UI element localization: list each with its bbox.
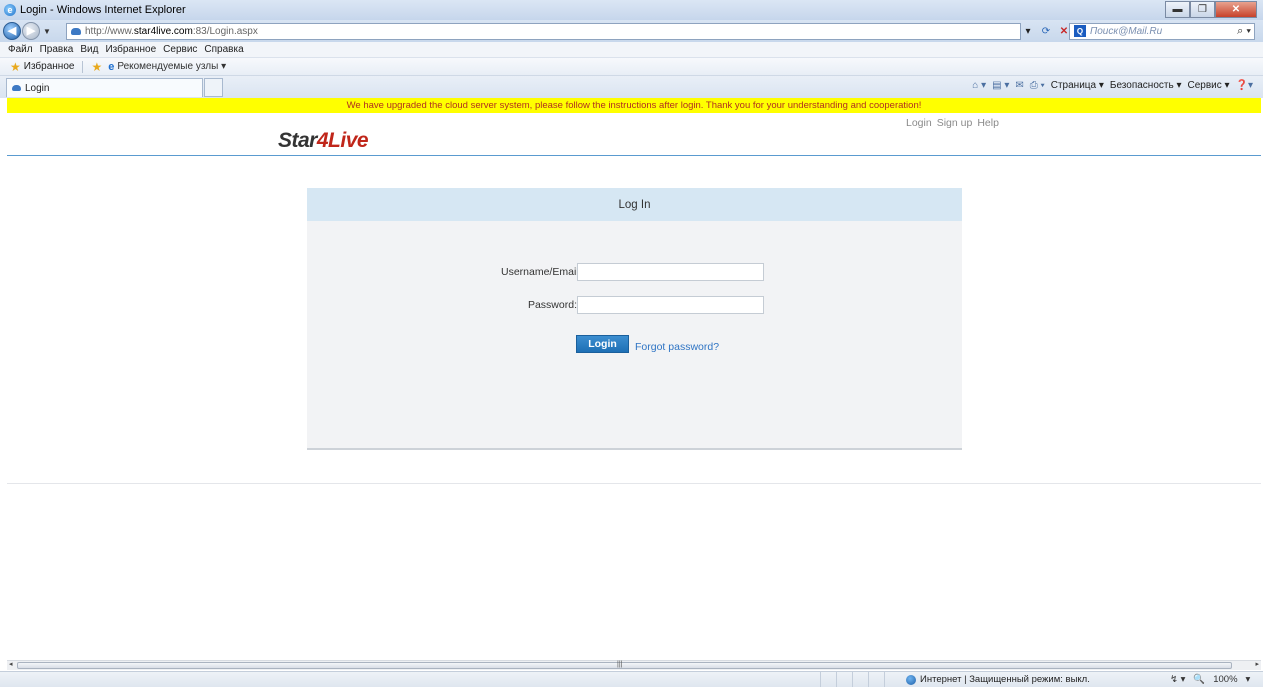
horizontal-scrollbar[interactable]: ◂ ||| ▸ <box>7 660 1261 670</box>
add-favorite-icon[interactable]: ★ <box>91 60 102 74</box>
minimize-button[interactable]: ▬ <box>1165 1 1190 18</box>
mailru-search-icon: Q <box>1074 25 1086 37</box>
password-field[interactable] <box>577 296 764 314</box>
home-icon[interactable]: ⌂ ▾ <box>972 80 986 91</box>
forward-button[interactable]: ▶ <box>22 22 40 40</box>
header-help-link[interactable]: Help <box>977 117 999 129</box>
username-field[interactable] <box>577 263 764 281</box>
window-title: Login - Windows Internet Explorer <box>20 4 186 16</box>
new-tab-button[interactable] <box>204 78 223 97</box>
divider <box>82 60 84 73</box>
address-bar[interactable]: http://www. star4live.com:83/Login.aspx <box>66 22 1021 40</box>
menu-bar: Файл Правка Вид Избранное Сервис Справка <box>0 42 1263 58</box>
username-row: Username/Email: <box>501 263 764 281</box>
address-tools: ▾ ⟳ ✕ <box>1021 24 1071 38</box>
zone-text: Интернет | Защищенный режим: выкл. <box>920 674 1090 685</box>
address-dropdown-icon[interactable]: ▾ <box>1021 24 1035 38</box>
forgot-password-link[interactable]: Forgot password? <box>635 341 719 353</box>
logo-text-star: Star <box>278 129 317 152</box>
url-path: :83/Login.aspx <box>192 25 258 37</box>
zoom-level[interactable]: 100% <box>1213 674 1237 685</box>
login-heading: Log In <box>307 188 962 221</box>
feeds-icon[interactable]: ▤ ▾ <box>992 80 1009 91</box>
menu-view[interactable]: Вид <box>80 44 98 55</box>
ie-app-icon: e <box>4 4 16 16</box>
page-icon <box>71 27 81 35</box>
print-icon[interactable]: ⎙ ▾ <box>1030 80 1045 91</box>
command-bar: ⌂ ▾ ▤ ▾ ✉ ⎙ ▾ Страница ▾ Безопасность ▾ … <box>972 80 1253 91</box>
password-row: Password: <box>501 296 764 314</box>
header-login-link[interactable]: Login <box>906 117 932 129</box>
upgrade-notice: We have upgraded the cloud server system… <box>7 98 1261 113</box>
menu-favorites[interactable]: Избранное <box>105 44 156 55</box>
url-prefix: http://www. <box>85 25 134 37</box>
zoom-controls: ↯ ▾ 🔍 100% ▾ <box>1170 674 1250 685</box>
suggested-sites-button[interactable]: Рекомендуемые узлы ▾ <box>117 61 226 72</box>
status-panes <box>820 672 900 687</box>
login-panel: Log In Username/Email: Password: Login F… <box>307 188 962 450</box>
zoom-icon[interactable]: 🔍 <box>1193 674 1205 685</box>
menu-help[interactable]: Справка <box>204 44 243 55</box>
suggested-sites-icon: e <box>108 60 115 73</box>
internet-zone-icon <box>906 674 916 685</box>
search-input[interactable]: Q Поиск@Mail.Ru ⌕ ▾ <box>1069 22 1255 40</box>
tab-page-icon <box>12 85 21 91</box>
tab-row: Login ⌂ ▾ ▤ ▾ ✉ ⎙ ▾ Страница ▾ Безопасно… <box>0 76 1263 98</box>
scroll-right-icon[interactable]: ▸ <box>1255 660 1259 668</box>
menu-tools[interactable]: Сервис <box>163 44 197 55</box>
site-logo[interactable]: Star4Live <box>278 129 369 153</box>
menu-file[interactable]: Файл <box>8 44 33 55</box>
favorites-button[interactable]: Избранное <box>24 61 75 72</box>
zoom-dropdown-icon[interactable]: ▾ <box>1246 674 1251 685</box>
password-label: Password: <box>527 299 577 311</box>
close-button[interactable]: ✕ <box>1215 1 1257 18</box>
scroll-left-icon[interactable]: ◂ <box>9 660 13 668</box>
page-menu[interactable]: Страница ▾ <box>1051 80 1104 91</box>
login-button[interactable]: Login <box>576 335 629 353</box>
protected-mode-icon[interactable]: ↯ ▾ <box>1170 674 1185 685</box>
username-label: Username/Email: <box>501 266 582 278</box>
tab-label: Login <box>25 82 50 94</box>
footer-divider <box>7 483 1261 484</box>
header-links: Login Sign up Help <box>906 117 999 129</box>
mail-icon[interactable]: ✉ <box>1015 80 1023 91</box>
search-placeholder: Поиск@Mail.Ru <box>1090 25 1163 37</box>
tab-login[interactable]: Login <box>6 78 203 97</box>
tools-menu[interactable]: Сервис ▾ <box>1187 80 1229 91</box>
window-controls: ▬ ❐ ✕ <box>1165 1 1257 18</box>
favorites-star-icon: ★ <box>10 59 21 74</box>
site-header: Star4Live Login Sign up Help <box>7 113 1261 156</box>
scrollbar-grip-icon: ||| <box>617 661 623 668</box>
refresh-icon[interactable]: ⟳ <box>1039 24 1053 38</box>
header-signup-link[interactable]: Sign up <box>937 117 973 129</box>
logo-text-4live: 4Live <box>316 129 369 152</box>
status-bar: Интернет | Защищенный режим: выкл. ↯ ▾ 🔍… <box>0 671 1263 687</box>
search-icon[interactable]: ⌕ ▾ <box>1237 25 1251 38</box>
maximize-button[interactable]: ❐ <box>1190 1 1215 18</box>
login-actions: Login Forgot password? <box>576 335 719 353</box>
scrollbar-thumb[interactable] <box>17 662 1232 669</box>
security-zone[interactable]: Интернет | Защищенный режим: выкл. <box>906 674 1090 685</box>
help-icon[interactable]: ❓▾ <box>1236 80 1253 91</box>
history-dropdown-icon[interactable]: ▼ <box>43 27 51 36</box>
favorites-bar: ★ Избранное ★ e Рекомендуемые узлы ▾ <box>0 58 1263 76</box>
menu-edit[interactable]: Правка <box>40 44 74 55</box>
safety-menu[interactable]: Безопасность ▾ <box>1110 80 1182 91</box>
window-titlebar: e Login - Windows Internet Explorer ▬ ❐ … <box>0 0 1263 20</box>
back-button[interactable]: ◀ <box>3 22 21 40</box>
url-host: star4live.com <box>133 25 193 37</box>
address-row: ◀ ▶ ▼ http://www. star4live.com:83/Login.… <box>0 20 1263 42</box>
